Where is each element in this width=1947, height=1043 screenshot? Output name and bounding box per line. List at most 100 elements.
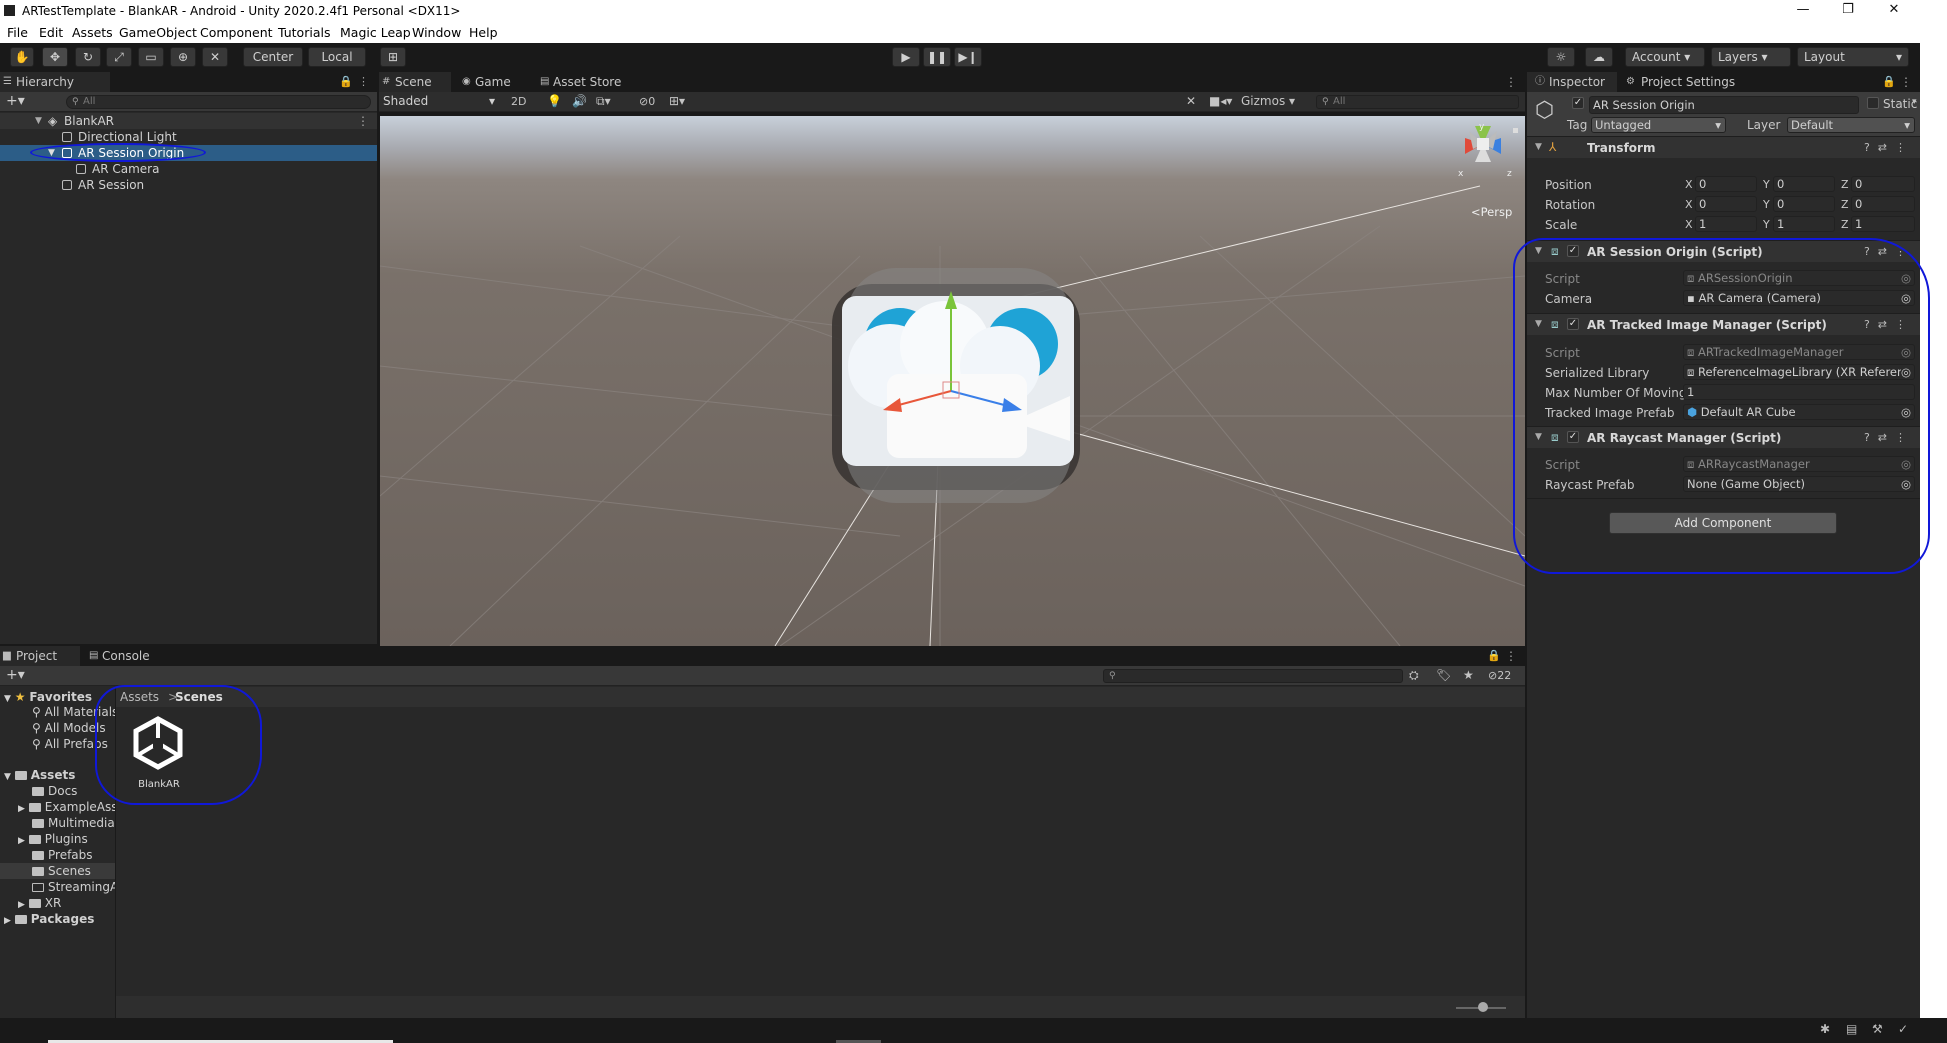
kebab-menu-icon[interactable]: ⋮ xyxy=(1505,649,1517,663)
object-picker-icon[interactable]: ◎ xyxy=(1901,405,1911,419)
lighting-toggle-icon[interactable]: 💡 xyxy=(547,94,562,108)
packages-root-row[interactable]: ▶ Packages xyxy=(0,911,94,927)
raycast-prefab-field[interactable]: None (Game Object) ◎ xyxy=(1683,476,1915,492)
cache-icon[interactable]: ▤ xyxy=(1846,1022,1857,1036)
scene-menu-icon[interactable]: ⋮ xyxy=(1505,75,1517,89)
scene-search-input[interactable]: ⚲ All xyxy=(1316,95,1519,109)
fold-arrow-icon[interactable]: ▼ xyxy=(1535,432,1542,442)
component-enabled-checkbox[interactable]: ✓ xyxy=(1567,431,1579,443)
favorites-row[interactable]: ▼ ★ Favorites xyxy=(0,689,92,705)
restore-button[interactable]: ❐ xyxy=(1838,2,1858,20)
static-checkbox[interactable] xyxy=(1867,97,1879,109)
rotation-x-field[interactable]: 0 xyxy=(1695,196,1757,212)
tab-project-settings[interactable]: ⚙ Project Settings xyxy=(1623,72,1753,92)
collab-icon[interactable]: ☼ xyxy=(1547,47,1575,67)
folder-docs[interactable]: Docs xyxy=(32,783,77,799)
hand-tool-icon[interactable]: ✋ xyxy=(10,47,34,67)
folder-prefabs[interactable]: Prefabs xyxy=(32,847,93,863)
position-z-field[interactable]: 0 xyxy=(1851,176,1915,192)
assets-root-row[interactable]: ▼ Assets xyxy=(0,767,75,783)
scene-menu-icon[interactable]: ⋮ xyxy=(357,113,369,129)
tools-status-icon[interactable]: ⚒ xyxy=(1872,1022,1883,1036)
folder-plugins[interactable]: ▶ Plugins xyxy=(18,831,88,847)
position-x-field[interactable]: 0 xyxy=(1695,176,1757,192)
static-dropdown-arrow[interactable]: ▾ xyxy=(1912,97,1917,107)
fold-arrow-icon[interactable]: ▼ xyxy=(1535,319,1542,329)
serialized-library-field[interactable]: ⧈ ReferenceImageLibrary (XR Referen ◎ xyxy=(1683,364,1915,380)
menu-component[interactable]: Component xyxy=(200,25,273,40)
folder-exampleassets[interactable]: ▶ ExampleAss xyxy=(18,799,118,815)
object-picker-icon[interactable]: ◎ xyxy=(1901,291,1911,305)
step-button[interactable]: ▶❙ xyxy=(954,47,982,67)
fold-arrow-icon[interactable]: ▼ xyxy=(48,145,55,161)
tab-hierarchy[interactable]: ☰ Hierarchy xyxy=(0,72,110,92)
layer-dropdown[interactable]: Default ▾ xyxy=(1787,117,1915,133)
tab-asset-store[interactable]: ▤ Asset Store xyxy=(537,72,637,92)
effects-toggle-icon[interactable]: ⧉▾ xyxy=(596,94,611,109)
camera-field[interactable]: ▪ AR Camera (Camera) ◎ xyxy=(1683,290,1915,306)
lock-icon[interactable]: 🔒 xyxy=(339,75,353,88)
debug-icon[interactable]: ✱ xyxy=(1820,1022,1830,1036)
audio-toggle-icon[interactable]: 🔊 xyxy=(572,94,587,108)
tab-project[interactable]: ▆ Project xyxy=(0,646,80,666)
fold-arrow-icon[interactable]: ▼ xyxy=(1535,246,1542,256)
zoom-slider-handle[interactable] xyxy=(1478,1002,1488,1012)
rotation-z-field[interactable]: 0 xyxy=(1851,196,1915,212)
transform-header[interactable]: ▼ ⅄ Transform ?⇄⋮ xyxy=(1527,136,1920,158)
create-plus-icon[interactable]: +▾ xyxy=(6,93,25,109)
object-name-field[interactable]: AR Session Origin xyxy=(1589,96,1859,114)
tab-scene[interactable]: # Scene xyxy=(379,72,451,92)
search-by-type-icon[interactable]: ⛭ xyxy=(1409,668,1419,683)
gizmos-dropdown[interactable]: Gizmos ▾ xyxy=(1241,93,1301,110)
menu-tutorials[interactable]: Tutorials xyxy=(278,25,330,40)
grid-toggle-icon[interactable]: ⊞▾ xyxy=(669,94,685,108)
account-dropdown[interactable]: Account ▾ xyxy=(1625,47,1705,67)
kebab-menu-icon[interactable]: ⋮ xyxy=(358,75,369,88)
object-picker-icon[interactable]: ◎ xyxy=(1900,365,1911,379)
custom-tool-icon[interactable]: ✕ xyxy=(202,47,228,67)
ar-session-origin-header[interactable]: ▼ ⧈ ✓ AR Session Origin (Script) ?⇄⋮ xyxy=(1527,240,1920,262)
menu-edit[interactable]: Edit xyxy=(39,25,63,40)
ar-tracked-image-header[interactable]: ▼ ⧈ ✓ AR Tracked Image Manager (Script) … xyxy=(1527,313,1920,335)
layers-dropdown[interactable]: Layers ▾ xyxy=(1711,47,1791,67)
grid-snap-icon[interactable]: ⊞ xyxy=(380,47,406,67)
mode-2d-toggle[interactable]: 2D xyxy=(511,95,526,108)
add-component-button[interactable]: Add Component xyxy=(1609,512,1837,534)
shading-dropdown[interactable]: Shaded ▾ xyxy=(381,93,499,110)
lock-icon[interactable]: 🔒 xyxy=(1882,75,1896,88)
rotate-tool-icon[interactable]: ↻ xyxy=(75,47,101,67)
perspective-label[interactable]: <Persp xyxy=(1471,205,1512,219)
component-actions[interactable]: ?⇄⋮ xyxy=(1864,431,1914,444)
fav-all-materials[interactable]: ⚲ All Materials xyxy=(32,704,118,720)
kebab-menu-icon[interactable]: ⋮ xyxy=(1900,75,1912,89)
hierarchy-search-input[interactable]: ⚲ All xyxy=(66,95,371,109)
hierarchy-item-directional-light[interactable]: Directional Light xyxy=(0,129,377,145)
component-actions[interactable]: ?⇄⋮ xyxy=(1864,318,1914,331)
play-button[interactable]: ▶ xyxy=(892,47,920,67)
active-checkbox[interactable]: ✓ xyxy=(1572,97,1584,109)
search-by-label-icon[interactable]: 🏷 xyxy=(1436,668,1451,682)
rect-tool-icon[interactable]: ▭ xyxy=(138,47,164,67)
breadcrumb-assets[interactable]: Assets xyxy=(120,690,159,704)
layout-dropdown[interactable]: Layout ▾ xyxy=(1797,47,1909,67)
tag-dropdown[interactable]: Untagged ▾ xyxy=(1591,117,1726,133)
fold-arrow-icon[interactable]: ▼ xyxy=(1535,142,1542,152)
max-moving-images-field[interactable]: 1 xyxy=(1683,384,1915,400)
ar-raycast-header[interactable]: ▼ ⧈ ✓ AR Raycast Manager (Script) ?⇄⋮ xyxy=(1527,426,1920,448)
fav-all-prefabs[interactable]: ⚲ All Prefabs xyxy=(32,736,108,752)
hierarchy-scene-row[interactable]: ▼ ◈ BlankAR ⋮ xyxy=(0,113,377,129)
scale-x-field[interactable]: 1 xyxy=(1695,216,1757,232)
hierarchy-item-ar-camera[interactable]: AR Camera xyxy=(0,161,377,177)
pivot-center-button[interactable]: Center xyxy=(243,47,303,67)
hierarchy-item-ar-session-origin[interactable]: ▼ AR Session Origin xyxy=(0,145,377,161)
move-tool-icon[interactable]: ✥ xyxy=(42,47,68,67)
scene-viewport[interactable]: x z y <Persp xyxy=(380,116,1525,646)
check-status-icon[interactable]: ✓ xyxy=(1898,1022,1908,1036)
project-search-input[interactable]: ⚲ xyxy=(1103,669,1403,683)
tab-game[interactable]: ◉ Game xyxy=(459,72,529,92)
minimize-button[interactable]: — xyxy=(1793,2,1813,20)
hierarchy-item-ar-session[interactable]: AR Session xyxy=(0,177,377,193)
pause-button[interactable]: ❚❚ xyxy=(923,47,951,67)
scale-y-field[interactable]: 1 xyxy=(1773,216,1835,232)
scene-asset-blankar[interactable]: BlankAR xyxy=(126,715,190,795)
